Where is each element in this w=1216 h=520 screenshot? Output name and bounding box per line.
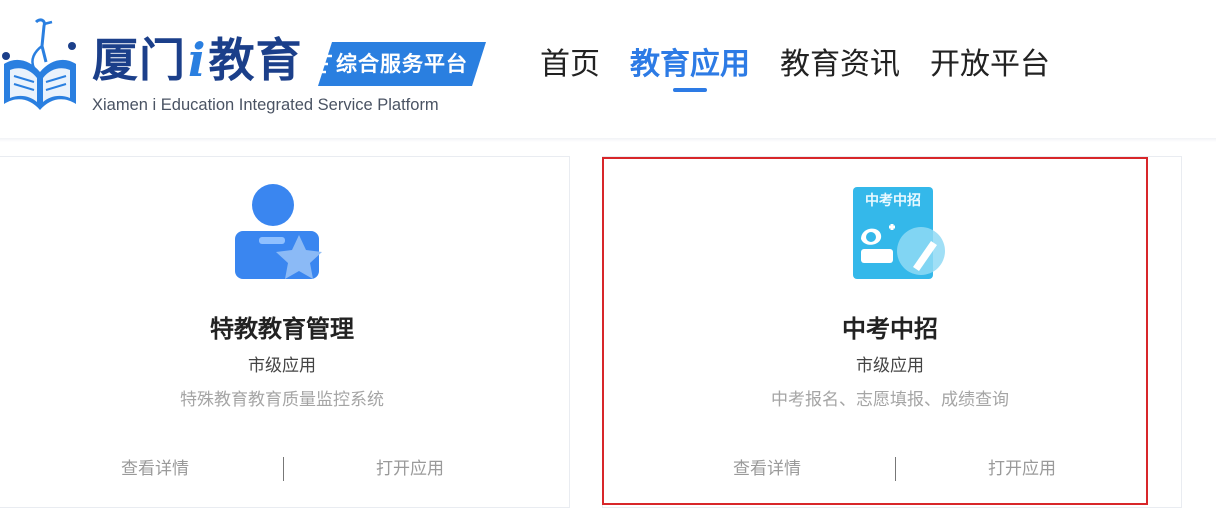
nav-item-education-news[interactable]: 教育资讯 xyxy=(780,40,900,90)
card-actions: 查看详情 打开应用 xyxy=(603,455,1181,485)
app-card-special-education[interactable]: 特教教育管理 市级应用 特殊教育教育质量监控系统 查看详情 打开应用 xyxy=(0,156,570,508)
view-details-button[interactable]: 查看详情 xyxy=(121,455,189,483)
card-title: 特教教育管理 xyxy=(210,315,354,343)
card-title: 中考中招 xyxy=(842,315,938,343)
card-level: 市级应用 xyxy=(856,356,924,376)
nav-item-home[interactable]: 首页 xyxy=(540,40,600,90)
header-divider xyxy=(0,138,1216,142)
logo-chinese-name: 厦门i教育 xyxy=(92,33,303,87)
icon-caption-text: 中考中招 xyxy=(865,192,921,209)
exam-enrollment-card-icon: 中考中招 xyxy=(853,187,945,279)
card-level: 市级应用 xyxy=(248,356,316,376)
nav-item-education-apps[interactable]: 教育应用 xyxy=(630,40,750,92)
logo-badge-text: 综合服务平台 xyxy=(336,51,468,76)
open-app-button[interactable]: 打开应用 xyxy=(988,455,1056,483)
action-divider xyxy=(895,457,896,481)
open-app-button[interactable]: 打开应用 xyxy=(376,455,444,483)
nav-item-open-platform[interactable]: 开放平台 xyxy=(930,40,1050,90)
book-crane-logo-icon xyxy=(2,18,76,110)
card-description: 中考报名、志愿填报、成绩查询 xyxy=(771,390,1009,410)
site-logo[interactable]: 厦门i教育 综合服务平台 Xiamen i Education Integrat… xyxy=(0,14,500,124)
main-nav: 首页 教育应用 教育资讯 开放平台 xyxy=(540,40,1050,92)
card-description: 特殊教育教育质量监控系统 xyxy=(180,390,384,410)
active-nav-underline xyxy=(673,88,707,92)
action-divider xyxy=(283,457,284,481)
site-header: 厦门i教育 综合服务平台 Xiamen i Education Integrat… xyxy=(0,0,1216,140)
app-card-exam-enrollment[interactable]: 中考中招 中考中招 市级应用 中考报名、志愿填报、成绩查询 查看详情 打开应用 xyxy=(602,156,1182,508)
view-details-button[interactable]: 查看详情 xyxy=(733,455,801,483)
special-education-user-star-icon xyxy=(235,184,322,279)
card-actions: 查看详情 打开应用 xyxy=(0,455,569,485)
logo-english-name: Xiamen i Education Integrated Service Pl… xyxy=(92,96,439,114)
